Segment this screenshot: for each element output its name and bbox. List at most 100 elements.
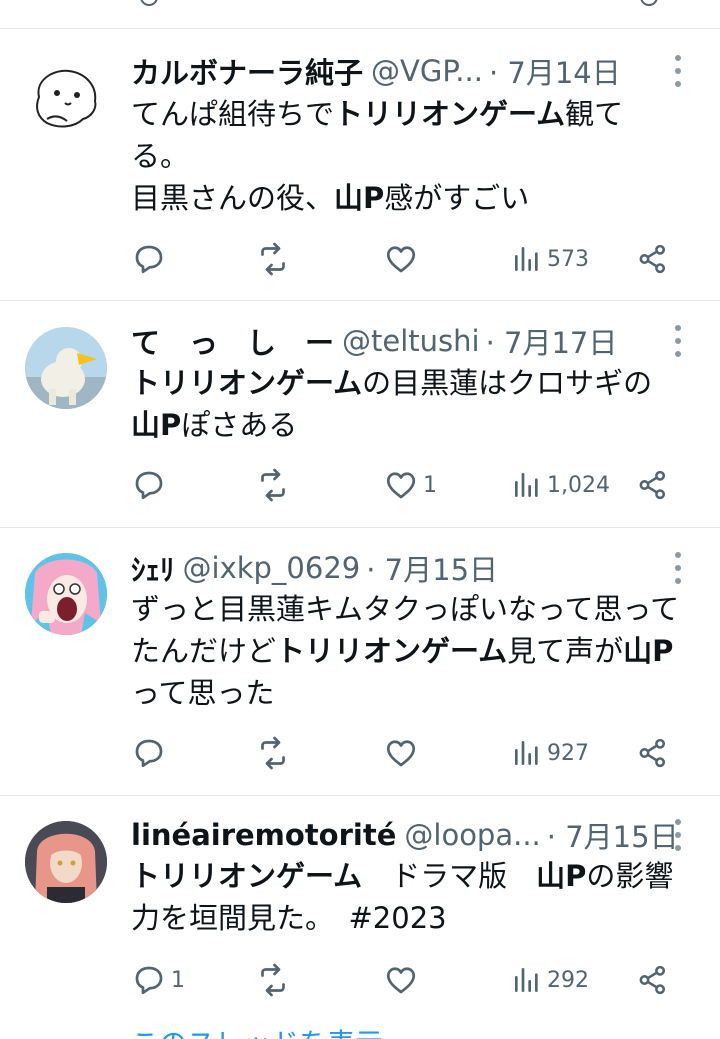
tweet-header: linéairemotorité @loopa... · 7月15日	[131, 815, 679, 855]
tweet-text-run: 感がすごい	[384, 181, 530, 215]
views-button[interactable]: 292	[511, 960, 589, 1000]
tweet[interactable]: カルボナーラ純子 @VGP... · 7月14日 てんぱ組待ちでトリリオンゲーム…	[0, 28, 720, 300]
tweet-actions: 1 292	[131, 960, 691, 1000]
tweet-text-run: って思った	[131, 676, 275, 710]
retweet-button[interactable]	[255, 465, 291, 505]
share-icon	[639, 738, 666, 768]
tweet-actions: 927	[131, 733, 691, 773]
like-count: 1	[423, 472, 437, 498]
heart-icon	[386, 967, 416, 994]
tweet-date[interactable]: · 7月15日	[366, 547, 498, 589]
user-handle[interactable]: @ixkp_0629	[183, 551, 361, 585]
tweet-actions: 573	[131, 239, 691, 279]
show-thread-link[interactable]: このスレッドを表示	[131, 1022, 383, 1039]
retweet-icon	[261, 242, 285, 276]
tweet-header: て っ し ー @teltushi · 7月17日	[131, 321, 660, 361]
reply-button[interactable]	[131, 733, 171, 773]
heart-icon	[386, 246, 416, 273]
tweet-text-emphasis: 山P	[131, 408, 182, 442]
tweet-text-run: 見て声が	[507, 634, 624, 668]
share-button[interactable]	[636, 239, 670, 279]
tweet-text: トリリオンゲームの目黒蓮はクロサギの山Pぽさある	[131, 362, 680, 446]
analytics-icon	[515, 968, 538, 992]
views-button[interactable]: 927	[511, 733, 589, 773]
like-button[interactable]	[383, 733, 423, 773]
views-button[interactable]: 573	[511, 239, 589, 279]
display-name[interactable]: カルボナーラ純子	[131, 50, 363, 92]
share-icon	[640, 0, 658, 6]
tweet-text-run: 目黒さんの役、	[131, 181, 335, 215]
tweet-text: トリリオンゲーム ドラマ版 山Pの影響力を垣間見た。 #2023	[131, 855, 680, 939]
share-button[interactable]	[636, 960, 670, 1000]
retweet-icon	[261, 736, 285, 770]
view-count: 1,024	[547, 472, 610, 498]
more-options-icon[interactable]	[672, 325, 684, 357]
tweet-actions: 1 1,024	[131, 465, 691, 505]
share-button[interactable]	[636, 465, 670, 505]
retweet-button[interactable]	[255, 239, 291, 279]
tweet-header: カルボナーラ純子 @VGP... · 7月14日	[131, 51, 660, 91]
tweet-text-run: の目黒蓮はクロサギの	[362, 366, 653, 400]
reply-icon	[135, 966, 163, 995]
more-options-icon[interactable]	[672, 552, 684, 584]
like-button[interactable]	[383, 960, 423, 1000]
reply-icon	[135, 739, 163, 768]
avatar[interactable]	[25, 57, 107, 139]
display-name[interactable]: て っ し ー	[131, 320, 334, 362]
previous-tweet-actions-fragment	[0, 0, 720, 28]
display-name[interactable]: linéairemotorité	[131, 818, 396, 852]
avatar[interactable]	[25, 327, 107, 409]
retweet-button[interactable]	[255, 733, 291, 773]
reply-button[interactable]	[131, 465, 171, 505]
tweet-text-emphasis: トリリオンゲーム	[334, 97, 566, 131]
retweet-button[interactable]	[255, 960, 291, 1000]
reply-count: 1	[171, 967, 185, 993]
reply-button[interactable]: 1	[131, 960, 185, 1000]
heart-icon	[386, 472, 416, 499]
view-count: 292	[547, 967, 589, 993]
analytics-icon	[515, 247, 538, 271]
tweet-date[interactable]: · 7月15日	[547, 814, 679, 856]
more-options-icon[interactable]	[672, 55, 684, 87]
tweet[interactable]: linéairemotorité @loopa... · 7月15日 トリリオン…	[0, 795, 720, 1039]
reply-icon	[140, 0, 158, 6]
analytics-icon	[515, 473, 538, 497]
user-handle[interactable]: @teltushi	[342, 324, 480, 358]
tweet-text-emphasis: トリリオンゲーム	[131, 859, 363, 893]
tweet-date[interactable]: · 7月17日	[486, 320, 618, 362]
like-button[interactable]	[383, 239, 423, 279]
tweet-text: ずっと目黒蓮キムタクっぽいなって思ってたんだけどトリリオンゲーム見て声が山Pって…	[131, 588, 680, 714]
more-options-icon[interactable]	[672, 819, 684, 851]
tweet-text: てんぱ組待ちでトリリオンゲーム観てる。 目黒さんの役、山P感がすごい	[131, 93, 680, 219]
share-button[interactable]	[636, 733, 670, 773]
tweet-text-run: ドラマ版	[362, 859, 537, 893]
tweet[interactable]: て っ し ー @teltushi · 7月17日 トリリオンゲームの目黒蓮はク…	[0, 300, 720, 527]
views-button[interactable]: 1,024	[511, 465, 610, 505]
tweet-text-emphasis: トリリオンゲーム	[276, 634, 508, 668]
avatar[interactable]	[25, 821, 107, 903]
retweet-icon	[261, 963, 285, 997]
share-icon	[639, 470, 666, 500]
share-icon	[639, 244, 666, 274]
tweet-text-emphasis: 山P	[623, 634, 674, 668]
user-handle[interactable]: @VGP...	[371, 54, 483, 88]
tweet-text-emphasis: トリリオンゲーム	[131, 366, 363, 400]
tweet[interactable]: ｼｪﾘ @ixkp_0629 · 7月15日 ずっと目黒蓮キムタクっぽいなって思…	[0, 527, 720, 795]
view-count: 927	[547, 740, 589, 766]
view-count: 573	[547, 246, 589, 272]
tweet-text-emphasis: 山P	[334, 181, 385, 215]
tweet-header: ｼｪﾘ @ixkp_0629 · 7月15日	[131, 548, 660, 588]
reply-button[interactable]	[131, 239, 171, 279]
avatar[interactable]	[25, 553, 107, 635]
user-handle[interactable]: @loopa...	[404, 818, 540, 852]
heart-icon	[386, 740, 416, 767]
like-button[interactable]: 1	[383, 465, 437, 505]
tweet-text-run: てんぱ組待ちで	[131, 97, 335, 131]
retweet-icon	[261, 468, 285, 502]
display-name[interactable]: ｼｪﾘ	[131, 547, 175, 589]
analytics-icon	[515, 741, 538, 765]
reply-icon	[135, 471, 163, 500]
tweet-text-emphasis: 山P	[536, 859, 587, 893]
share-icon	[639, 965, 666, 995]
tweet-date[interactable]: · 7月14日	[489, 50, 621, 92]
